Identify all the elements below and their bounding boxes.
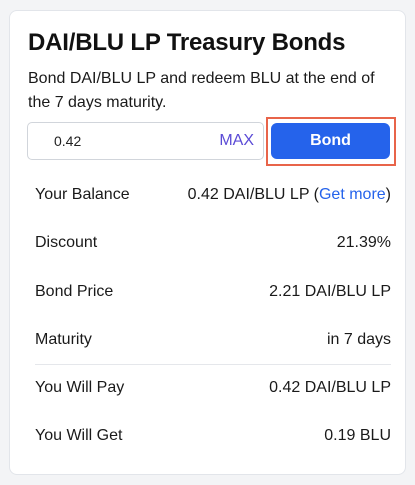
balance-value-group: 0.42 DAI/BLU LP (Get more) <box>188 186 391 204</box>
balance-label: Your Balance <box>35 186 130 203</box>
balance-row: Your Balance 0.42 DAI/BLU LP (Get more) <box>35 186 391 210</box>
maturity-label: Maturity <box>35 331 92 348</box>
get-value: 0.19 BLU <box>324 427 391 444</box>
discount-label: Discount <box>35 234 98 251</box>
get-row: You Will Get 0.19 BLU <box>35 427 391 451</box>
bond-price-label: Bond Price <box>35 283 114 300</box>
bond-card: DAI/BLU LP Treasury Bonds Bond DAI/BLU L… <box>9 10 406 475</box>
pay-label: You Will Pay <box>35 379 125 396</box>
discount-row: Discount 21.39% <box>35 234 391 258</box>
card-title: DAI/BLU LP Treasury Bonds <box>28 29 346 56</box>
pay-value: 0.42 DAI/BLU LP <box>269 379 391 396</box>
get-more-close: ) <box>385 186 391 203</box>
bond-price-row: Bond Price 2.21 DAI/BLU LP <box>35 283 391 307</box>
balance-value: 0.42 DAI/BLU LP <box>187 186 310 203</box>
pay-row: You Will Pay 0.42 DAI/BLU LP <box>35 379 391 403</box>
get-label: You Will Get <box>35 427 123 444</box>
amount-field: MAX <box>27 122 264 160</box>
maturity-row: Maturity in 7 days <box>35 331 391 355</box>
amount-input[interactable] <box>40 123 190 159</box>
bond-button[interactable]: Bond <box>271 123 390 159</box>
card-description: Bond DAI/BLU LP and redeem BLU at the en… <box>28 70 375 111</box>
max-button[interactable]: MAX <box>219 123 254 159</box>
discount-value: 21.39% <box>336 234 391 251</box>
get-more-open: ( <box>309 186 319 203</box>
bond-price-value: 2.21 DAI/BLU LP <box>269 283 391 300</box>
divider <box>35 364 391 365</box>
get-more-link[interactable]: Get more <box>319 186 386 203</box>
maturity-value: in 7 days <box>326 331 391 348</box>
